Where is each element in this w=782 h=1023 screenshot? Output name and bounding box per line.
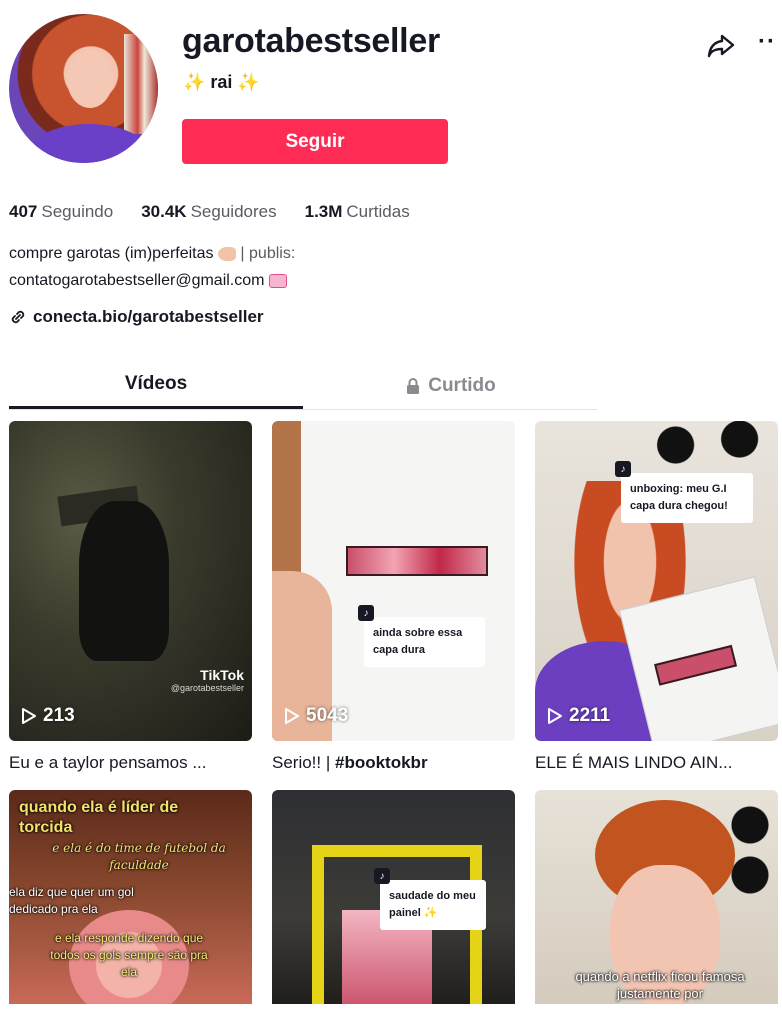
bio-email: contatogarotabestseller@gmail.com — [9, 272, 265, 289]
video-caption[interactable]: ELE É MAIS LINDO AIN... — [535, 741, 778, 790]
hand-pointing-emoji-icon — [217, 246, 236, 261]
video-card[interactable]: quando a netflix ficou famosa justamente… — [535, 790, 778, 1004]
follow-button[interactable]: Seguir — [182, 119, 448, 164]
tiktok-logo-icon: ♪ — [615, 461, 631, 477]
video-text-sticker: ♪ ainda sobre essa capa dura — [358, 605, 485, 667]
profile-avatar[interactable] — [9, 14, 158, 163]
video-card[interactable]: quando ela é líder de torcida e ela é do… — [9, 790, 252, 1004]
profile-link[interactable]: conecta.bio/garotabestseller — [9, 307, 264, 327]
overlay-title: quando ela é líder de torcida — [19, 799, 179, 836]
video-text-sticker: ♪ unboxing: meu G.I capa dura chegou! — [615, 461, 753, 523]
love-letter-emoji-icon — [268, 273, 287, 288]
link-icon — [11, 310, 25, 324]
video-thumbnail[interactable]: ♪ unboxing: meu G.I capa dura chegou! 22… — [535, 421, 778, 741]
video-thumbnail[interactable]: TikTok @garotabestseller 213 — [9, 421, 252, 741]
play-icon — [548, 708, 562, 724]
share-icon[interactable] — [706, 30, 736, 60]
bio-line1: compre garotas (im)perfeitas — [9, 245, 214, 262]
play-icon — [285, 708, 299, 724]
video-thumbnail[interactable]: ♪ saudade do meu painel ✨ — [272, 790, 515, 1004]
bio-line1b: | publis: — [240, 245, 296, 262]
view-count: 5043 — [284, 705, 348, 727]
video-grid: TikTok @garotabestseller 213 Eu e a tayl… — [9, 421, 779, 1004]
tab-liked[interactable]: Curtido — [303, 362, 597, 409]
profile-username: garotabestseller — [182, 22, 440, 60]
watermark-handle: @garotabestseller — [170, 683, 244, 693]
profile-tabs: Vídeos Curtido — [9, 362, 597, 410]
avatar-bookshelf — [124, 34, 158, 134]
avatar-face — [67, 50, 113, 108]
video-card[interactable]: TikTok @garotabestseller 213 Eu e a tayl… — [9, 421, 252, 790]
tiktok-watermark: TikTok @garotabestseller — [170, 667, 244, 695]
video-card[interactable]: ♪ ainda sobre essa capa dura 5043 Serio!… — [272, 421, 515, 790]
video-thumbnail[interactable]: quando ela é líder de torcida e ela é do… — [9, 790, 252, 1004]
video-caption[interactable]: Eu e a taylor pensamos ... — [9, 741, 252, 790]
video-thumbnail[interactable]: quando a netflix ficou famosa justamente… — [535, 790, 778, 1004]
view-count: 213 — [21, 705, 75, 727]
video-thumbnail[interactable]: ♪ ainda sobre essa capa dura 5043 — [272, 421, 515, 741]
video-caption[interactable]: Serio!! | #booktokbr — [272, 741, 515, 790]
play-icon — [22, 708, 36, 724]
profile-nickname: ✨ rai ✨ — [183, 72, 260, 92]
view-count: 2211 — [547, 705, 610, 727]
stat-likes: 1.3M Curtidas — [304, 202, 410, 221]
stat-following[interactable]: 407 Seguindo — [9, 202, 113, 222]
tiktok-logo-icon: ♪ — [358, 605, 374, 621]
profile-link-text: conecta.bio/garotabestseller — [33, 307, 264, 326]
hashtag-link[interactable]: #booktokbr — [335, 753, 428, 772]
tiktok-logo-icon: ♪ — [374, 868, 390, 884]
overlay-text-a: ela diz que quer um gol dedicado pra ela — [9, 885, 134, 916]
video-card[interactable]: ♪ saudade do meu painel ✨ — [272, 790, 515, 1004]
video-card[interactable]: ♪ unboxing: meu G.I capa dura chegou! 22… — [535, 421, 778, 790]
video-text-sticker: ♪ saudade do meu painel ✨ — [374, 868, 486, 930]
overlay-text-b: e ela responde dizendo que todos os gols… — [50, 931, 208, 979]
more-options-icon[interactable]: ·· — [758, 28, 776, 56]
stat-followers[interactable]: 30.4K Seguidores — [141, 202, 276, 222]
tab-videos[interactable]: Vídeos — [9, 362, 303, 409]
overlay-subtitle: e ela é do time de futebol da faculdade — [52, 841, 226, 872]
profile-bio: compre garotas (im)perfeitas | publis: c… — [9, 240, 429, 294]
overlay-bottom-text: quando a netflix ficou famosa justamente… — [575, 969, 745, 1001]
lock-icon — [407, 377, 420, 394]
profile-stats: 407 Seguindo 30.4K Seguidores 1.3M Curtidas — [9, 202, 410, 222]
tiktok-logo-icon: TikTok — [200, 667, 244, 683]
